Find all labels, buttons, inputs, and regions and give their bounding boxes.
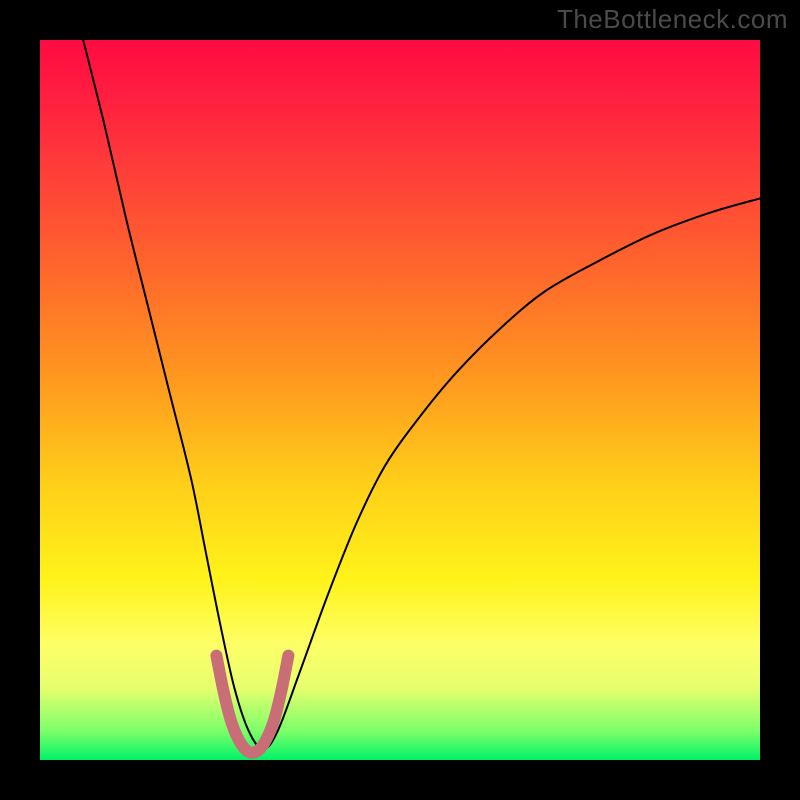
bottleneck-curve [83,40,760,749]
curves-svg [40,40,760,760]
plot-area [40,40,760,760]
watermark-text: TheBottleneck.com [557,4,788,35]
chart-frame: TheBottleneck.com [0,0,800,800]
